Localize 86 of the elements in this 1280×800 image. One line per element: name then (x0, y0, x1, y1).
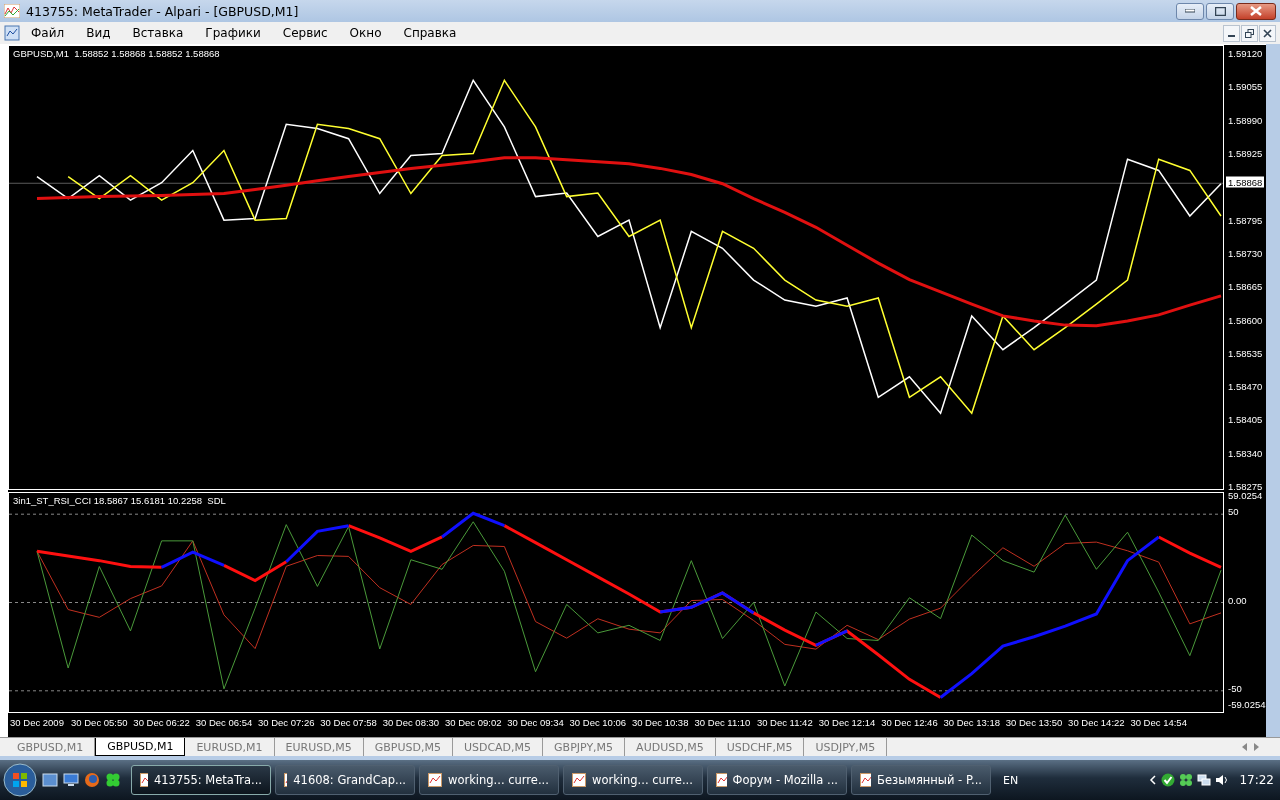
time-label: 30 Dec 10:38 (631, 717, 689, 728)
time-label: 30 Dec 09:34 (507, 717, 564, 728)
restore-button[interactable] (1241, 24, 1258, 42)
axis-label: 1.58990 (1228, 114, 1263, 126)
axis-label: 0.00 (1228, 594, 1247, 605)
maximize-button[interactable] (1206, 2, 1234, 20)
scroll-left-icon[interactable] (1242, 743, 1248, 751)
time-label: 30 Dec 09:02 (444, 717, 502, 728)
time-label: 30 Dec 05:50 (71, 717, 128, 728)
axis-label: -50 (1228, 682, 1242, 694)
window-title: 413755: MetaTrader - Alpari - [GBPUSD,M1] (26, 3, 300, 19)
menu-item[interactable]: Сервис (271, 24, 339, 42)
time-label: 30 Dec 06:54 (195, 717, 253, 728)
time-label: 30 Dec 07:58 (320, 717, 377, 728)
close-icon (1250, 6, 1262, 16)
chevron-icon[interactable] (1149, 775, 1158, 785)
time-label: 30 Dec 11:10 (694, 717, 751, 728)
axis-label: 1.58795 (1228, 214, 1263, 226)
network-icon[interactable] (1197, 773, 1212, 787)
menu-item[interactable]: Справка (392, 24, 468, 42)
minimize-icon (1185, 9, 1195, 13)
window-icon (860, 773, 872, 787)
restore-icon (1245, 28, 1254, 38)
time-label: 30 Dec 14:22 (1068, 717, 1125, 728)
time-label: 30 Dec 06:22 (133, 717, 190, 728)
current-price-label: 1.58868 (1226, 176, 1265, 188)
time-label: 30 Dec 07:26 (258, 717, 315, 728)
axis-label: 1.58730 (1228, 247, 1263, 259)
menu-item[interactable]: Файл (20, 24, 76, 42)
axis-label: 1.58470 (1228, 380, 1263, 392)
time-label: 30 Dec 2009 (10, 717, 64, 728)
minimize-button[interactable] (1223, 24, 1240, 42)
window-icon (140, 773, 148, 787)
menu-item[interactable]: Окно (338, 24, 393, 42)
axis-label: 1.59120 (1228, 47, 1263, 59)
maximize-icon (1214, 6, 1226, 16)
axis-label: 1.58925 (1228, 147, 1263, 159)
axis-label: 50 (1228, 505, 1239, 517)
chart-legend: GBPUSD,M1 1.58852 1.58868 1.58852 1.58868 (13, 48, 220, 59)
axis-label: 1.58340 (1228, 447, 1263, 459)
chart-app-icon (4, 4, 20, 18)
taskbar-button[interactable]: 413755: MetaTra... (131, 765, 271, 795)
time-label: 30 Dec 08:30 (382, 717, 440, 728)
monitor-icon[interactable] (63, 773, 79, 787)
taskbar-button[interactable]: Безымянный - P... (851, 765, 991, 795)
menu-item[interactable]: Графики (194, 24, 272, 42)
time-label: 30 Dec 13:18 (943, 717, 1000, 728)
time-label: 30 Dec 12:14 (818, 717, 876, 728)
language-indicator[interactable]: EN (1003, 773, 1019, 787)
axis-label: 1.59055 (1228, 80, 1263, 92)
close-button[interactable] (1236, 2, 1276, 20)
time-label: 30 Dec 12:46 (881, 717, 938, 728)
axis-label: 1.58535 (1228, 347, 1263, 359)
menu-item[interactable]: Вид (75, 24, 122, 42)
chart-tab[interactable]: GBPUSD,M1 (95, 738, 186, 756)
taskbar-button[interactable]: Форум - Mozilla ... (707, 765, 847, 795)
check-icon[interactable] (1161, 773, 1176, 787)
axis-label: 59.0254 (1228, 489, 1263, 501)
scroll-right-icon[interactable] (1254, 743, 1260, 751)
taskbar-button[interactable]: working... curre... (563, 765, 703, 795)
axis-label: 1.58275 (1228, 480, 1263, 492)
browser-icon[interactable] (84, 772, 100, 788)
start-button[interactable] (2, 762, 38, 798)
close-button[interactable] (1259, 24, 1276, 42)
time-label: 30 Dec 14:54 (1130, 717, 1187, 728)
axis-label: 1.58405 (1228, 413, 1263, 425)
chart-document-icon (4, 25, 20, 41)
clover-icon[interactable] (1179, 773, 1194, 787)
axis-label: 1.58600 (1228, 314, 1263, 325)
clover-icon[interactable] (105, 772, 121, 788)
axis-label: -59.0254 (1228, 698, 1266, 710)
taskbar-button[interactable]: 41608: GrandCap... (275, 765, 415, 795)
speaker-icon[interactable] (1215, 773, 1230, 787)
menu-item[interactable]: Вставка (121, 24, 195, 42)
time-label: 30 Dec 10:06 (569, 717, 627, 728)
time-label: 30 Dec 11:42 (756, 717, 813, 728)
indicator-legend: 3in1_ST_RSI_CCI 18.5867 15.6181 10.2258 SDL (13, 495, 226, 506)
time-label: 30 Dec 13:50 (1005, 717, 1063, 728)
close-icon (1263, 28, 1272, 38)
window-icon (284, 773, 288, 787)
clock: 17:22 (1239, 773, 1274, 787)
window-icon (716, 773, 727, 787)
axis-label: 1.58665 (1228, 280, 1263, 292)
window-icon (428, 773, 442, 787)
window-icon (572, 773, 586, 787)
taskbar-button[interactable]: working... curre... (419, 765, 559, 795)
